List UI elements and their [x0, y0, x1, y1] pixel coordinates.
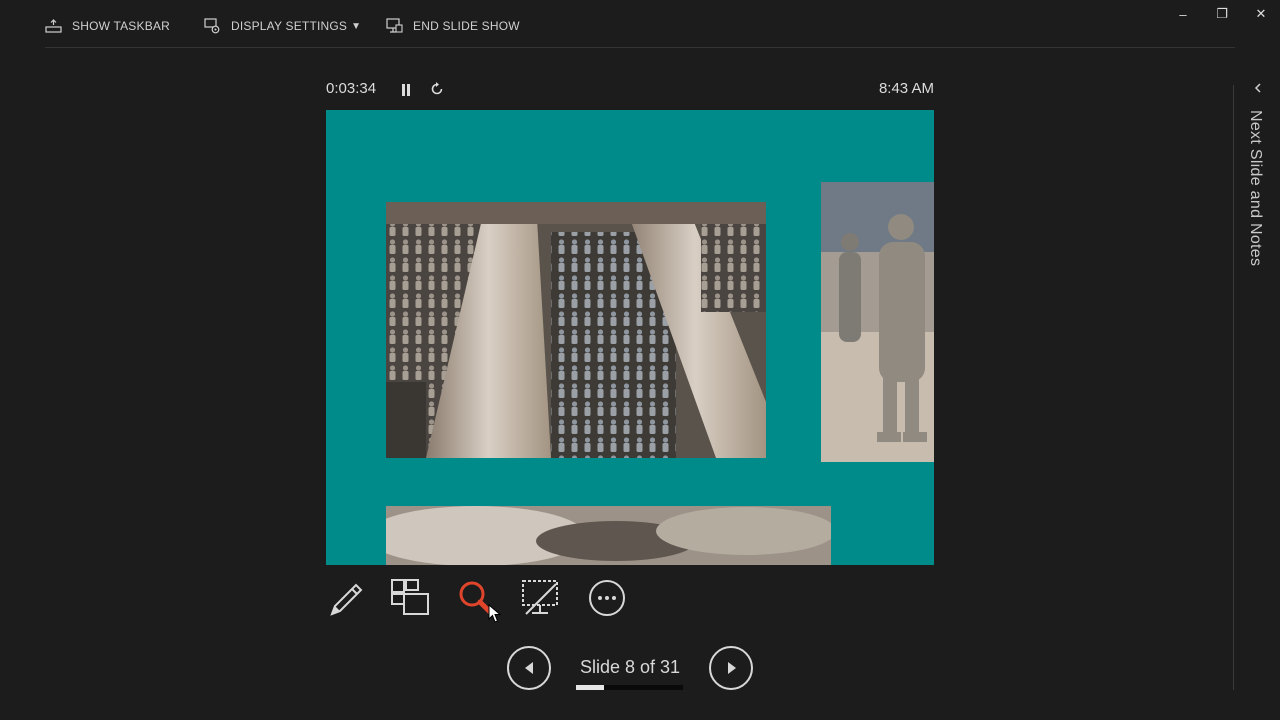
pen-tool-button[interactable] — [326, 578, 366, 618]
next-slide-button[interactable] — [709, 646, 753, 690]
next-arrow-icon — [728, 662, 736, 674]
terracotta-warrior-closeup-photo — [821, 182, 934, 462]
display-settings-label: DISPLAY SETTINGS — [231, 19, 348, 33]
reset-timer-icon — [431, 82, 443, 95]
restore-button[interactable]: ❐ — [1204, 2, 1240, 26]
minimize-icon: – — [1179, 6, 1187, 22]
end-show-icon — [386, 18, 403, 34]
restore-icon: ❐ — [1216, 6, 1228, 21]
toolbar-divider — [45, 47, 1235, 48]
close-icon: ✕ — [1255, 6, 1267, 21]
taskbar-icon — [45, 19, 62, 33]
more-options-button[interactable] — [587, 578, 627, 618]
excavation-photo — [386, 506, 831, 565]
end-slide-show-label: END SLIDE SHOW — [413, 19, 520, 33]
slide-counter[interactable]: Slide 8 of 31 — [576, 657, 684, 678]
grid-slides-icon — [391, 579, 429, 615]
slide-progress-fill — [576, 685, 604, 690]
display-settings-button[interactable]: DISPLAY SETTINGS ▼ — [204, 14, 361, 38]
black-screen-button[interactable] — [520, 578, 560, 618]
mouse-cursor-icon — [488, 604, 502, 623]
close-button[interactable]: ✕ — [1243, 2, 1279, 26]
elapsed-timer: 0:03:34 — [326, 80, 377, 97]
reset-timer-button[interactable] — [429, 81, 445, 97]
previous-slide-button[interactable] — [507, 646, 551, 690]
end-slide-show-button[interactable]: END SLIDE SHOW — [386, 14, 520, 38]
right-panel-divider — [1233, 85, 1234, 690]
expand-panel-button[interactable] — [1251, 80, 1265, 96]
pen-icon — [330, 583, 363, 616]
show-taskbar-label: SHOW TASKBAR — [72, 19, 170, 33]
slide-progress-bar — [576, 685, 683, 690]
more-options-icon — [589, 580, 625, 616]
dropdown-arrow-icon: ▼ — [351, 20, 362, 32]
black-screen-icon — [522, 580, 558, 615]
display-settings-icon — [204, 18, 221, 34]
next-slide-and-notes-label[interactable]: Next Slide and Notes — [1246, 110, 1264, 266]
show-taskbar-button[interactable]: SHOW TASKBAR — [45, 14, 170, 38]
pause-icon — [402, 84, 410, 96]
current-slide[interactable] — [326, 110, 934, 565]
chevron-left-icon — [1254, 83, 1261, 93]
see-all-slides-button[interactable] — [390, 578, 430, 618]
current-time: 8:43 AM — [878, 80, 934, 97]
terracotta-army-pit-photo — [386, 202, 766, 458]
minimize-button[interactable]: – — [1165, 2, 1201, 26]
pause-timer-button[interactable] — [399, 82, 413, 98]
previous-arrow-icon — [525, 662, 533, 674]
